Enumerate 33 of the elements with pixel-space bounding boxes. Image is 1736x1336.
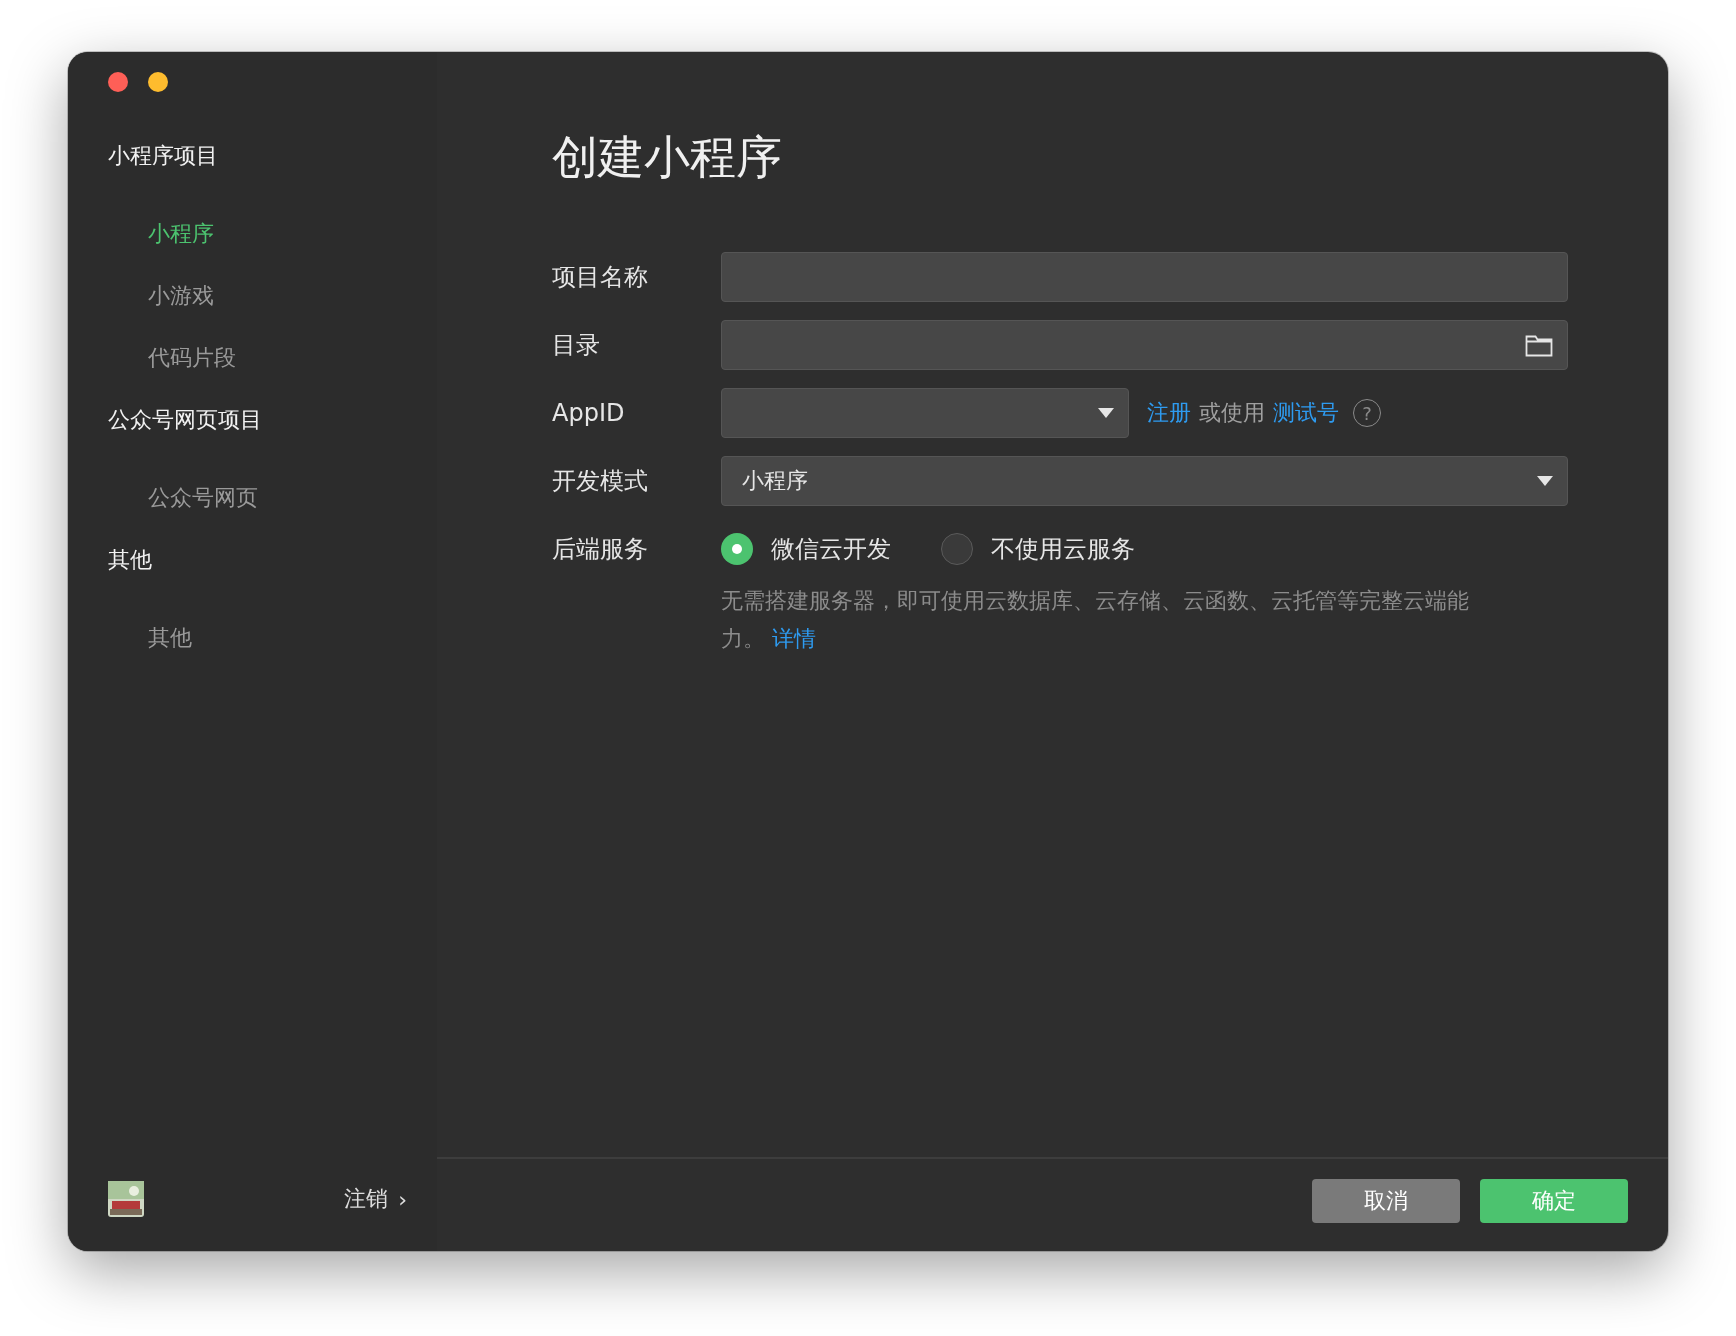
sidebar-group-title: 公众号网页项目 <box>108 406 263 434</box>
dropdown-arrow-icon <box>1537 476 1553 486</box>
radio-icon[interactable] <box>941 533 973 565</box>
radio-option[interactable]: 微信云开发 <box>721 533 891 565</box>
description-text: 无需搭建服务器，即可使用云数据库、云存储、云函数、云托管等完整云端能力。 详情 <box>721 587 1470 653</box>
details-link[interactable]: 详情 <box>772 626 816 651</box>
radio-icon[interactable] <box>721 533 753 565</box>
minimize-icon[interactable] <box>148 72 168 92</box>
register-link[interactable]: 注册 <box>1147 398 1191 428</box>
folder-icon[interactable] <box>1525 333 1553 357</box>
sidebar-item[interactable]: 其他 <box>148 618 437 658</box>
or-use-text: 或使用 <box>1199 399 1265 427</box>
sidebar-group-title: 小程序项目 <box>108 142 219 170</box>
field-label: AppID <box>552 398 626 429</box>
project-name-field[interactable] <box>721 252 1568 302</box>
sidebar-group-title: 其他 <box>108 546 153 574</box>
close-icon[interactable] <box>108 72 128 92</box>
sidebar-item[interactable]: 代码片段 <box>148 338 437 378</box>
test-account-link[interactable]: 测试号 <box>1273 398 1339 428</box>
directory-field[interactable] <box>721 320 1568 370</box>
dropdown-arrow-icon <box>1098 408 1114 418</box>
field-label: 后端服务 <box>552 534 649 565</box>
logout-link[interactable]: 注销 › <box>344 1184 407 1214</box>
field-label: 开发模式 <box>552 466 649 497</box>
sidebar-item[interactable]: 小游戏 <box>148 276 437 316</box>
sidebar-item[interactable]: 小程序 <box>148 214 437 254</box>
dialog-title: 创建小程序 <box>552 129 783 186</box>
radio-option[interactable]: 不使用云服务 <box>941 533 1135 565</box>
dev-mode-select[interactable]: 小程序 <box>721 456 1568 506</box>
field-label: 项目名称 <box>552 262 649 293</box>
field-label: 目录 <box>552 330 601 361</box>
sidebar-item[interactable]: 公众号网页 <box>148 478 437 518</box>
cancel-button[interactable]: 取消 <box>1312 1179 1460 1223</box>
